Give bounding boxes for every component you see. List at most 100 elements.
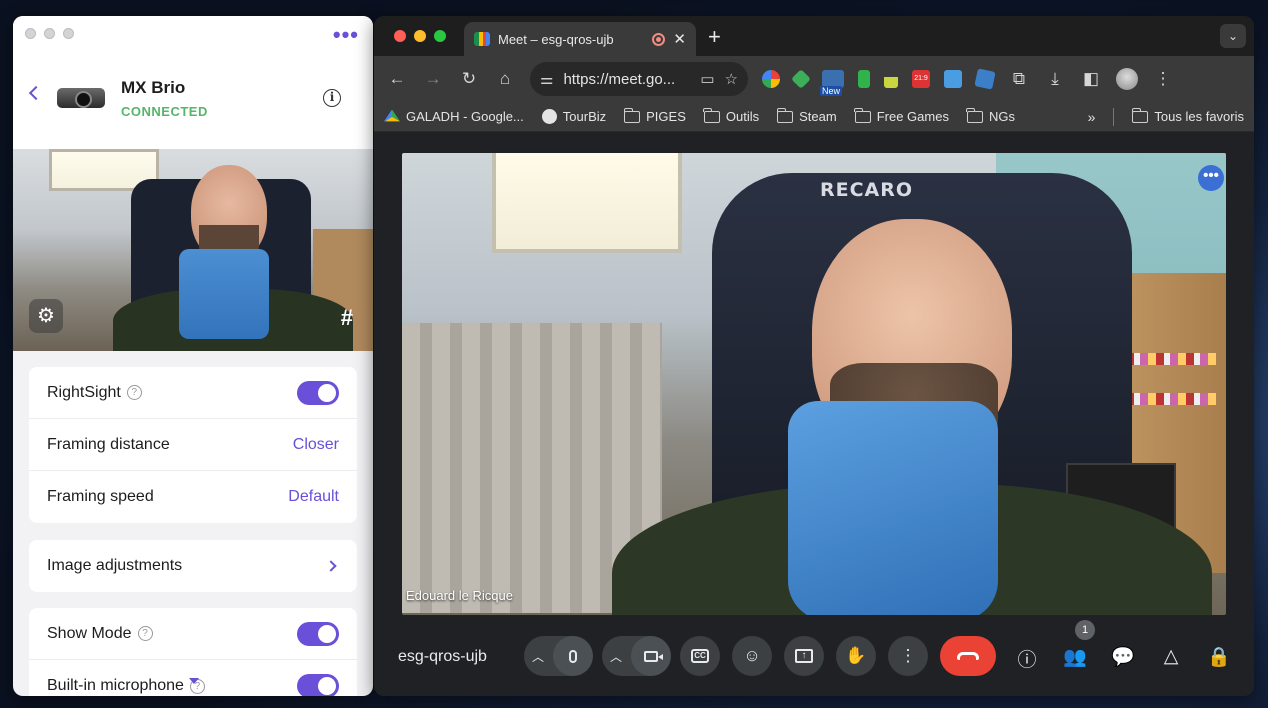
bookmark-steam[interactable]: Steam [776, 107, 837, 124]
more-options-button[interactable]: ⋮ [888, 636, 928, 676]
reactions-button[interactable]: ☺ [732, 636, 772, 676]
image-adjustments-row[interactable]: Image adjustments [29, 540, 357, 592]
camera-permission-icon[interactable]: ▭ [700, 70, 714, 88]
device-status: CONNECTED [121, 104, 208, 119]
chrome-menu-icon[interactable]: ⋮ [1152, 69, 1174, 89]
blue-extension-icon[interactable] [944, 70, 962, 88]
close-window-button[interactable] [25, 28, 36, 39]
url-text: https://meet.go... [563, 70, 676, 88]
captions-button[interactable]: CC [680, 636, 720, 676]
address-bar[interactable]: ⚌ https://meet.go... ▭ ☆ [530, 62, 748, 96]
mic-options-caret-icon[interactable]: ︿ [523, 648, 553, 665]
host-controls-icon[interactable]: 🔒 [1206, 645, 1232, 669]
profile-avatar[interactable] [1116, 68, 1138, 90]
back-arrow-icon[interactable]: ← [386, 69, 408, 89]
new-tab-button[interactable]: + [708, 24, 721, 50]
framing-distance-value[interactable]: Closer [293, 436, 339, 454]
all-bookmarks[interactable]: Tous les favoris [1131, 107, 1244, 124]
people-icon[interactable]: 👥 [1062, 645, 1088, 669]
framing-card: RightSight? Framing distance Closer Fram… [29, 367, 357, 523]
recording-icon [652, 32, 666, 46]
mic-button[interactable] [553, 636, 593, 676]
download-icon[interactable]: ⤓ [1044, 69, 1066, 89]
window-controls [394, 30, 446, 42]
camera-options-caret-icon[interactable]: ︿ [601, 648, 631, 665]
ellipsis-icon[interactable]: ••• [333, 22, 359, 48]
scroll-down-icon[interactable] [189, 678, 199, 684]
bookmark-galadh[interactable]: GALADH - Google... [384, 109, 524, 124]
reload-icon[interactable]: ↻ [458, 69, 480, 89]
camera-button[interactable] [631, 636, 671, 676]
image-adjustments-card[interactable]: Image adjustments [29, 540, 357, 592]
camera-control: ︿ [601, 636, 671, 676]
rightsight-toggle[interactable] [297, 380, 339, 405]
framing-distance-label: Framing distance [47, 435, 170, 453]
meeting-details-icon[interactable]: ⓘ [1014, 645, 1040, 672]
zoom-window-button[interactable] [63, 28, 74, 39]
tab-search-button[interactable]: ⌄ [1220, 24, 1246, 48]
help-icon[interactable]: ? [126, 385, 142, 400]
new-extension-icon[interactable]: New [820, 70, 844, 96]
minimize-window-button[interactable] [414, 30, 426, 42]
preview-scarf [179, 249, 269, 339]
device-name: MX Brio [121, 78, 186, 97]
builtin-mic-toggle[interactable] [297, 674, 339, 696]
google-extension-icon[interactable] [762, 70, 780, 88]
ratio-extension-icon[interactable]: 21:9 [912, 70, 930, 88]
bookmark-star-icon[interactable]: ☆ [725, 70, 738, 88]
meet-logo-icon [474, 32, 490, 46]
bookmark-ngs[interactable]: NGs [966, 107, 1015, 124]
bookmark-piges[interactable]: PIGES [623, 107, 686, 124]
bookmark-extension-icon[interactable] [858, 70, 870, 88]
grid-icon[interactable]: # [341, 305, 353, 331]
meeting-code: esg-qros-ujb [398, 648, 487, 665]
forward-arrow-icon[interactable]: → [422, 69, 444, 89]
present-button[interactable]: ↑ [784, 636, 824, 676]
home-icon[interactable]: ⌂ [494, 69, 516, 89]
framing-speed-row[interactable]: Framing speed Default [29, 471, 357, 523]
folder-icon [623, 107, 641, 123]
show-mode-toggle[interactable] [297, 621, 339, 646]
minimize-window-button[interactable] [44, 28, 55, 39]
rightsight-label: RightSight [47, 383, 121, 401]
chat-icon[interactable]: 💬 [1110, 645, 1136, 669]
tile-options-icon[interactable]: ••• [1198, 165, 1224, 191]
extensions-puzzle-icon[interactable]: ⧉ [1008, 69, 1030, 89]
bookmark-outils[interactable]: Outils [703, 107, 759, 124]
window-controls [25, 28, 74, 39]
bookmark-tourbiz[interactable]: TourBiz [541, 109, 606, 124]
help-icon[interactable]: ? [137, 626, 153, 641]
chevron-right-icon [325, 560, 337, 572]
close-window-button[interactable] [394, 30, 406, 42]
logi-tune-window: ••• MX Brio CONNECTED i ⚙ # RightSight? … [13, 16, 373, 696]
site-settings-icon[interactable]: ⚌ [540, 70, 553, 88]
framing-speed-value[interactable]: Default [288, 488, 339, 506]
back-chevron-icon[interactable] [28, 85, 44, 101]
hangup-phone-icon [957, 652, 979, 660]
chrome-window: Meet – esg-qros-ujb ✕ + ⌄ ← → ↻ ⌂ ⚌ http… [374, 16, 1254, 696]
video-skylight [492, 153, 682, 253]
bookmarks-overflow-button[interactable]: » [1088, 109, 1096, 125]
activities-icon[interactable]: △ [1158, 645, 1184, 668]
gear-icon[interactable]: ⚙ [29, 299, 63, 333]
info-icon[interactable]: i [323, 89, 341, 107]
emoji-icon: ☺ [743, 646, 761, 665]
people-count-badge: 1 [1075, 620, 1095, 640]
meet-controls: esg-qros-ujb ︿ ︿ CC ☺ ↑ ✋ ⋮ ⓘ 👥 1 💬 △ 🔒 [374, 616, 1254, 696]
flask-extension-icon[interactable] [884, 70, 898, 88]
bookmark-free-games[interactable]: Free Games [854, 107, 949, 124]
leave-call-button[interactable] [940, 636, 996, 676]
tab-title: Meet – esg-qros-ujb [498, 31, 614, 47]
raise-hand-button[interactable]: ✋ [836, 636, 876, 676]
browser-toolbar: ← → ↻ ⌂ ⚌ https://meet.go... ▭ ☆ New 21:… [374, 56, 1254, 102]
video-camera-icon [644, 650, 658, 662]
cube-extension-icon[interactable] [974, 68, 996, 90]
bookmarks-divider [1113, 107, 1115, 126]
green-diamond-extension-icon[interactable] [791, 69, 811, 89]
tab-meet[interactable]: Meet – esg-qros-ujb ✕ [464, 22, 696, 56]
side-panel-icon[interactable]: ◧ [1080, 69, 1102, 89]
folder-icon [1131, 107, 1149, 123]
framing-distance-row[interactable]: Framing distance Closer [29, 419, 357, 471]
zoom-window-button[interactable] [434, 30, 446, 42]
close-tab-icon[interactable]: ✕ [673, 30, 686, 48]
